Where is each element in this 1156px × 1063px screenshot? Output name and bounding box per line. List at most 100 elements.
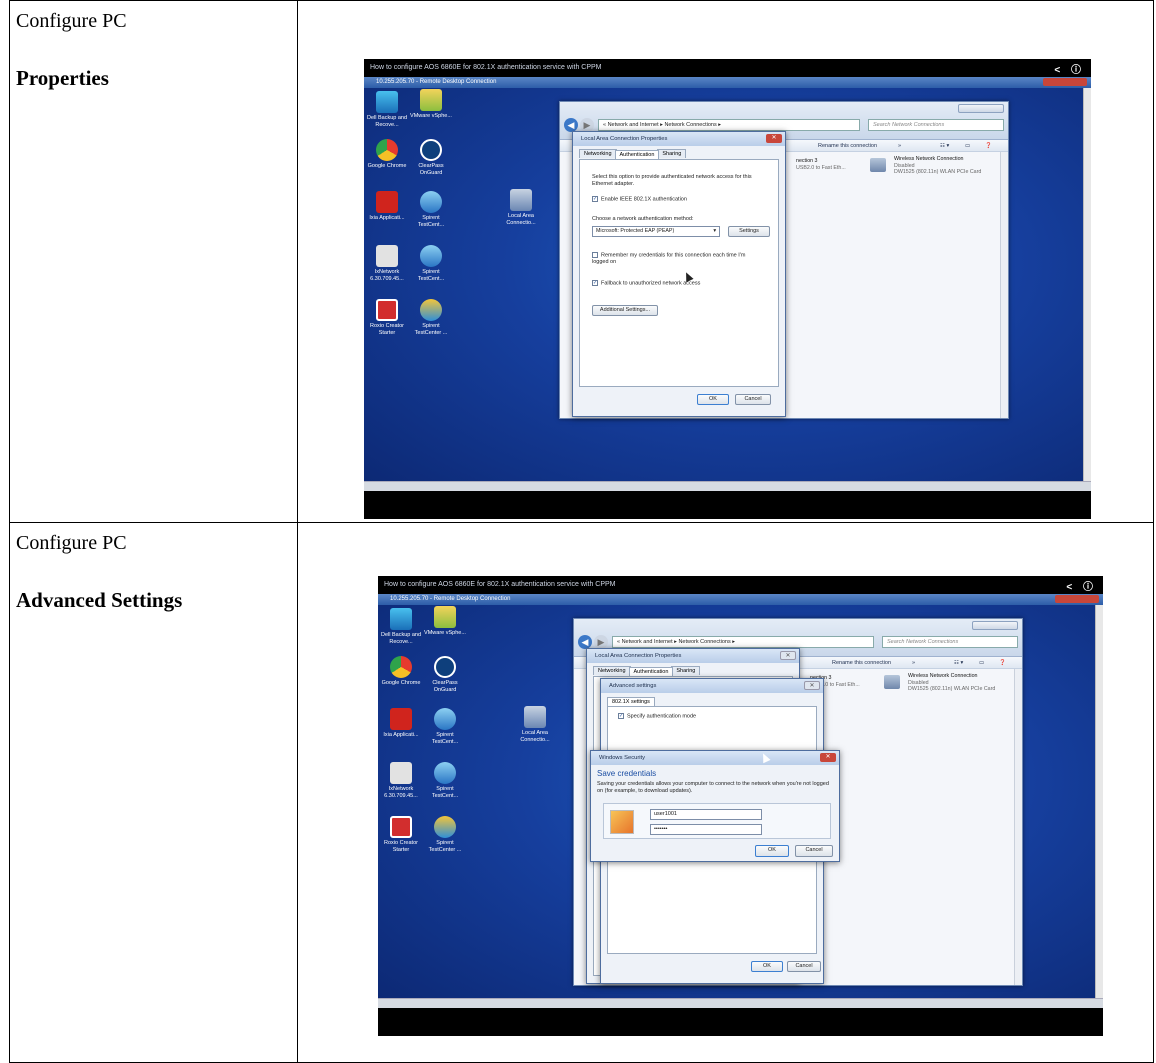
window-controls-icon[interactable] (1055, 595, 1099, 603)
ok-button[interactable]: OK (697, 394, 729, 405)
pane-icon[interactable]: ▭ (965, 140, 970, 152)
more-button[interactable]: » (898, 140, 901, 152)
desktop-icon[interactable]: Dell Backup and Recove... (366, 91, 408, 128)
desktop-icon[interactable]: VMware vSphe... (410, 89, 452, 120)
desktop-icon[interactable]: IxNetwork 6.30.709.45... (380, 762, 422, 799)
spirent-icon (420, 245, 442, 267)
window-controls-icon[interactable] (958, 104, 1004, 113)
rename-button[interactable]: Rename this connection (818, 140, 877, 152)
additional-settings-button[interactable]: Additional Settings... (592, 305, 658, 316)
wireless-connection-item[interactable]: Wireless Network Connection Disabled DW1… (894, 156, 981, 176)
desktop-icon[interactable]: Google Chrome (366, 139, 408, 170)
close-icon[interactable]: ✕ (804, 681, 820, 690)
tab-sharing[interactable]: Sharing (671, 666, 701, 675)
horizontal-scrollbar[interactable] (364, 481, 1091, 491)
desktop-icon[interactable]: Spirent TestCent... (424, 708, 466, 745)
row-label: Configure PC (16, 532, 127, 554)
ok-button[interactable]: OK (751, 961, 783, 972)
ok-button[interactable]: OK (755, 845, 789, 857)
settings-button[interactable]: Settings (728, 226, 770, 237)
desktop-icon[interactable]: Spirent TestCent... (410, 245, 452, 282)
remember-credentials-checkbox[interactable]: Remember my credentials for this connect… (592, 252, 762, 266)
desktop-icon[interactable]: Spirent TestCenter ... (424, 816, 466, 853)
search-input[interactable]: Search Network Connections (882, 636, 1018, 648)
roxio-icon (390, 816, 412, 838)
horizontal-scrollbar[interactable] (378, 998, 1103, 1008)
tab-panel: Select this option to provide authentica… (579, 159, 779, 387)
share-info-icon: < ⓘ (1066, 582, 1097, 593)
help-icon[interactable]: ❓ (999, 657, 1006, 669)
desktop-icon[interactable]: Roxio Creator Starter (366, 299, 408, 336)
address-bar[interactable]: « Network and Internet ▸ Network Connect… (598, 119, 860, 131)
help-icon[interactable]: ❓ (985, 140, 992, 152)
desktop-icon[interactable]: Dell Backup and Recove... (380, 608, 422, 645)
enable-8021x-checkbox[interactable]: ✓ Enable IEEE 802.1X authentication (592, 196, 687, 203)
desktop-icon[interactable]: Local Area Connectio... (514, 706, 556, 743)
address-bar[interactable]: « Network and Internet ▸ Network Connect… (612, 636, 874, 648)
window-controls-icon[interactable] (1043, 78, 1087, 86)
desktop-icon[interactable]: Roxio Creator Starter (380, 816, 422, 853)
tab-networking[interactable]: Networking (593, 666, 631, 675)
remote-desktop: 10.255.205.70 - Remote Desktop Connectio… (364, 77, 1091, 491)
save-credentials-description: Saving your credentials allows your comp… (597, 781, 829, 794)
spirent-icon (434, 708, 456, 730)
video-screenshot: How to configure AOS 6860E for 802.1X au… (364, 59, 1091, 519)
desktop-icon[interactable]: Ixia Applicati... (380, 708, 422, 739)
desktop-icon[interactable]: Ixia Applicati... (366, 191, 408, 222)
scrollbar[interactable] (1095, 605, 1103, 998)
desktop-icon[interactable]: Google Chrome (380, 656, 422, 687)
desktop-icon[interactable]: IxNetwork 6.30.709.45... (366, 245, 408, 282)
back-icon[interactable]: ◀ (578, 635, 592, 649)
desktop-icon[interactable]: Spirent TestCent... (424, 762, 466, 799)
clearpass-icon (434, 656, 456, 678)
scrollbar[interactable] (1083, 88, 1091, 481)
rename-button[interactable]: Rename this connection (832, 657, 891, 669)
row-heading: Advanced Settings (16, 588, 183, 612)
close-icon[interactable]: ✕ (766, 134, 782, 143)
desktop-icon[interactable]: ClearPass OnGuard (424, 656, 466, 693)
ixia-icon (390, 708, 412, 730)
vmware-icon (420, 89, 442, 111)
close-icon[interactable]: ✕ (820, 753, 836, 762)
ixia-icon (376, 191, 398, 213)
pane-icon[interactable]: ▭ (979, 657, 984, 669)
scrollbar[interactable] (1014, 669, 1022, 985)
window-controls-icon[interactable] (972, 621, 1018, 630)
checkbox-checked-icon: ✓ (618, 713, 624, 719)
username-field[interactable]: user1001 (650, 809, 762, 820)
tab-authentication[interactable]: Authentication (628, 667, 674, 676)
checkbox-checked-icon: ✓ (592, 196, 598, 202)
view-icon[interactable]: ☷ ▾ (954, 657, 963, 669)
desktop-icon[interactable]: Spirent TestCenter ... (410, 299, 452, 336)
desktop-icon[interactable]: VMware vSphe... (424, 606, 466, 637)
cancel-button[interactable]: Cancel (795, 845, 833, 857)
scrollbar[interactable] (1000, 152, 1008, 418)
tab-strip: 802.1X settings (607, 696, 655, 706)
specify-mode-checkbox[interactable]: ✓ Specify authentication mode (618, 713, 696, 720)
cancel-button[interactable]: Cancel (735, 394, 771, 405)
clearpass-icon (420, 139, 442, 161)
back-icon[interactable]: ◀ (564, 118, 578, 132)
network-icon (524, 706, 546, 728)
desktop-icon[interactable]: Local Area Connectio... (500, 189, 542, 226)
forward-icon[interactable]: ▶ (594, 635, 608, 649)
tab-authentication[interactable]: Authentication (614, 150, 660, 159)
tab-sharing[interactable]: Sharing (657, 149, 687, 158)
forward-icon[interactable]: ▶ (580, 118, 594, 132)
tab-8021x-settings[interactable]: 802.1X settings (607, 697, 655, 706)
more-button[interactable]: » (912, 657, 915, 669)
password-field[interactable]: ••••••• (650, 824, 762, 835)
desktop-icon[interactable]: ClearPass OnGuard (410, 139, 452, 176)
wireless-connection-item[interactable]: Wireless Network Connection Disabled DW1… (908, 673, 995, 693)
connection-3-item[interactable]: nection 3 USB2.0 to Fast Eth... (796, 158, 846, 171)
auth-method-select[interactable]: Microsoft: Protected EAP (PEAP) ▾ (592, 226, 720, 237)
search-input[interactable]: Search Network Connections (868, 119, 1004, 131)
cancel-button[interactable]: Cancel (787, 961, 821, 972)
table-row: Configure PC Properties How to configure… (9, 0, 1154, 523)
spirent-testcenter-icon (434, 816, 456, 838)
tab-networking[interactable]: Networking (579, 149, 617, 158)
view-icon[interactable]: ☷ ▾ (940, 140, 949, 152)
desktop-icon[interactable]: Spirent TestCent... (410, 191, 452, 228)
fallback-checkbox[interactable]: ✓ Fallback to unauthorized network access (592, 280, 700, 287)
close-icon[interactable]: ✕ (780, 651, 796, 660)
